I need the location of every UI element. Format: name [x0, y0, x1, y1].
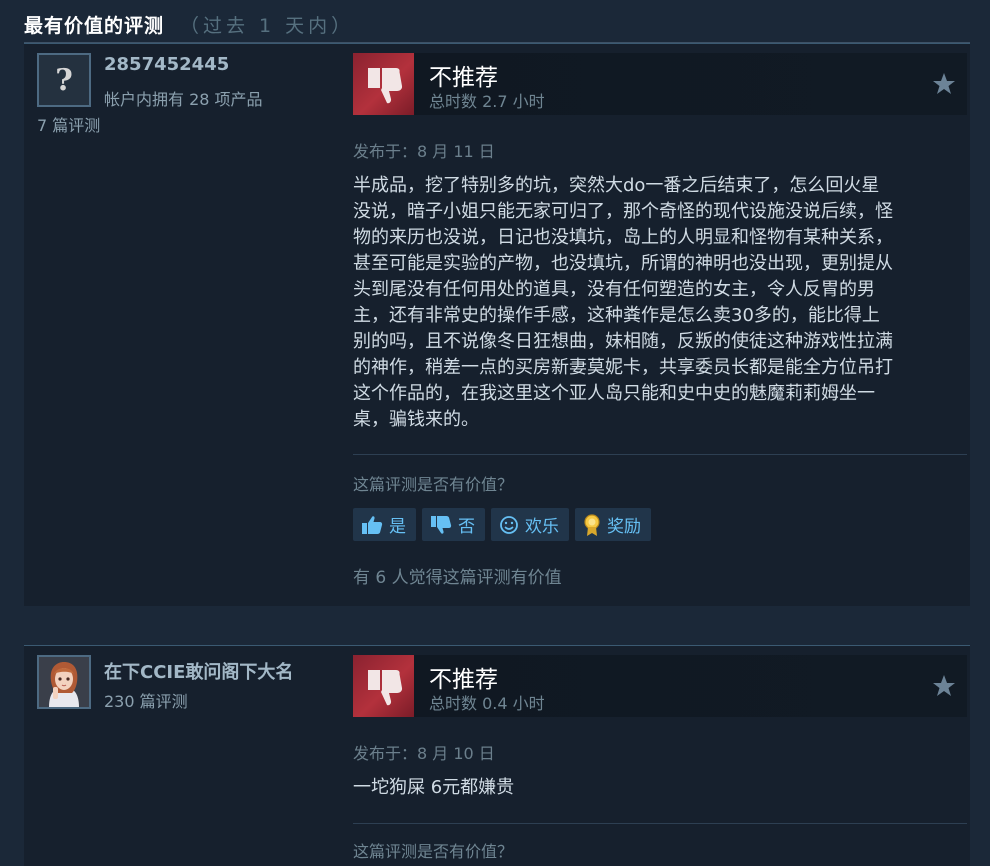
award-medal-icon [584, 513, 600, 536]
thumbs-down-icon [367, 68, 402, 104]
author-name[interactable]: 2857452445 [104, 54, 229, 75]
avatar[interactable]: ? [37, 53, 91, 107]
rating-buttons: 是 否 欢乐 奖励 [353, 508, 651, 541]
verdict-title: 不推荐 [429, 667, 498, 693]
vote-header[interactable]: 不推荐 总时数 2.7 小时 [353, 53, 967, 115]
section-header: 最有价值的评测 （过去 1 天内） [24, 6, 990, 42]
thumbs-down-icon [431, 515, 452, 534]
question-mark-avatar-icon: ? [55, 62, 73, 98]
thumbs-down-icon [367, 670, 402, 706]
playtime: 总时数 0.4 小时 [429, 694, 545, 713]
avatar[interactable] [37, 655, 91, 709]
thumbs-down-badge [353, 655, 414, 717]
review-line: 主，还有非常史的操作手感，这种粪作是怎么卖30多的，能比得上 [353, 305, 880, 326]
review-line: 没说，暗子小姐只能无家可归了，那个奇怪的现代设施没说后续，怪 [353, 201, 893, 222]
posted-date: 发布于：8 月 11 日 [353, 142, 495, 161]
star-icon[interactable] [931, 71, 957, 97]
smiley-icon [500, 515, 518, 534]
playtime: 总时数 2.7 小时 [429, 92, 545, 111]
review-body: 一坨狗屎 6元都嫌贵 [353, 775, 953, 801]
author-name[interactable]: 在下CCIE敢问阁下大名 [104, 658, 293, 684]
review-line: 半成品，挖了特别多的坑，突然大do一番之后结束了，怎么回火星 [353, 175, 880, 196]
vote-funny-label: 欢乐 [525, 517, 559, 537]
star-icon[interactable] [931, 673, 957, 699]
review-divider [353, 823, 967, 824]
award-label: 奖励 [607, 517, 641, 537]
author-products[interactable]: 帐户内拥有 28 项产品 [104, 86, 263, 110]
review-card: 在下CCIE敢问阁下大名 230 篇评测 不推荐 总时数 0.4 小时 发布于：… [24, 645, 970, 866]
section-title: 最有价值的评测 [24, 14, 165, 37]
section-subtitle: （过去 1 天内） [180, 14, 355, 37]
vote-yes-label: 是 [389, 517, 406, 537]
thumbs-up-icon [362, 515, 383, 534]
author-review-count[interactable]: 7 篇评测 [37, 112, 100, 136]
vote-funny-button[interactable]: 欢乐 [491, 508, 569, 541]
helpful-question: 这篇评测是否有价值？ [353, 842, 514, 861]
helpful-count: 有 6 人觉得这篇评测有价值 [353, 568, 562, 588]
award-button[interactable]: 奖励 [575, 508, 651, 541]
vote-no-label: 否 [458, 517, 475, 537]
vote-no-button[interactable]: 否 [422, 508, 485, 541]
posted-date: 发布于：8 月 10 日 [353, 744, 495, 763]
anime-girl-avatar-icon [39, 657, 89, 707]
helpful-question: 这篇评测是否有价值？ [353, 475, 514, 494]
review-line: 头到尾没有任何用处的道具，没有任何塑造的女主，令人反胃的男 [353, 279, 875, 300]
author-review-count[interactable]: 230 篇评测 [104, 688, 188, 712]
review-divider [353, 454, 967, 455]
review-line: 这个作品的，在我这里这个亚人岛只能和史中史的魅魔莉莉姆坐一 [353, 383, 875, 404]
vote-yes-button[interactable]: 是 [353, 508, 416, 541]
review-line: 物的来历也没说，日记也没填坑，岛上的人明显和怪物有某种关系， [353, 227, 893, 248]
review-line: 甚至可能是实验的产物，也没填坑，所谓的神明也没出现，更别提从 [353, 253, 893, 274]
review-line: 一坨狗屎 6元都嫌贵 [353, 777, 515, 798]
review-line: 的神作，稍差一点的买房新妻莫妮卡，共享委员长都是能全方位吊打 [353, 357, 893, 378]
vote-header[interactable]: 不推荐 总时数 0.4 小时 [353, 655, 967, 717]
verdict-title: 不推荐 [429, 65, 498, 91]
review-body: 半成品，挖了特别多的坑，突然大do一番之后结束了，怎么回火星 没说，暗子小姐只能… [353, 173, 953, 433]
review-line: 别的吗，且不说像冬日狂想曲，妹相随，反叛的使徒这种游戏性拉满 [353, 331, 893, 352]
thumbs-down-badge [353, 53, 414, 115]
review-card: ? 2857452445 帐户内拥有 28 项产品 7 篇评测 不推荐 总时数 … [24, 43, 970, 606]
review-line: 桌，骗钱来的。 [353, 409, 479, 430]
